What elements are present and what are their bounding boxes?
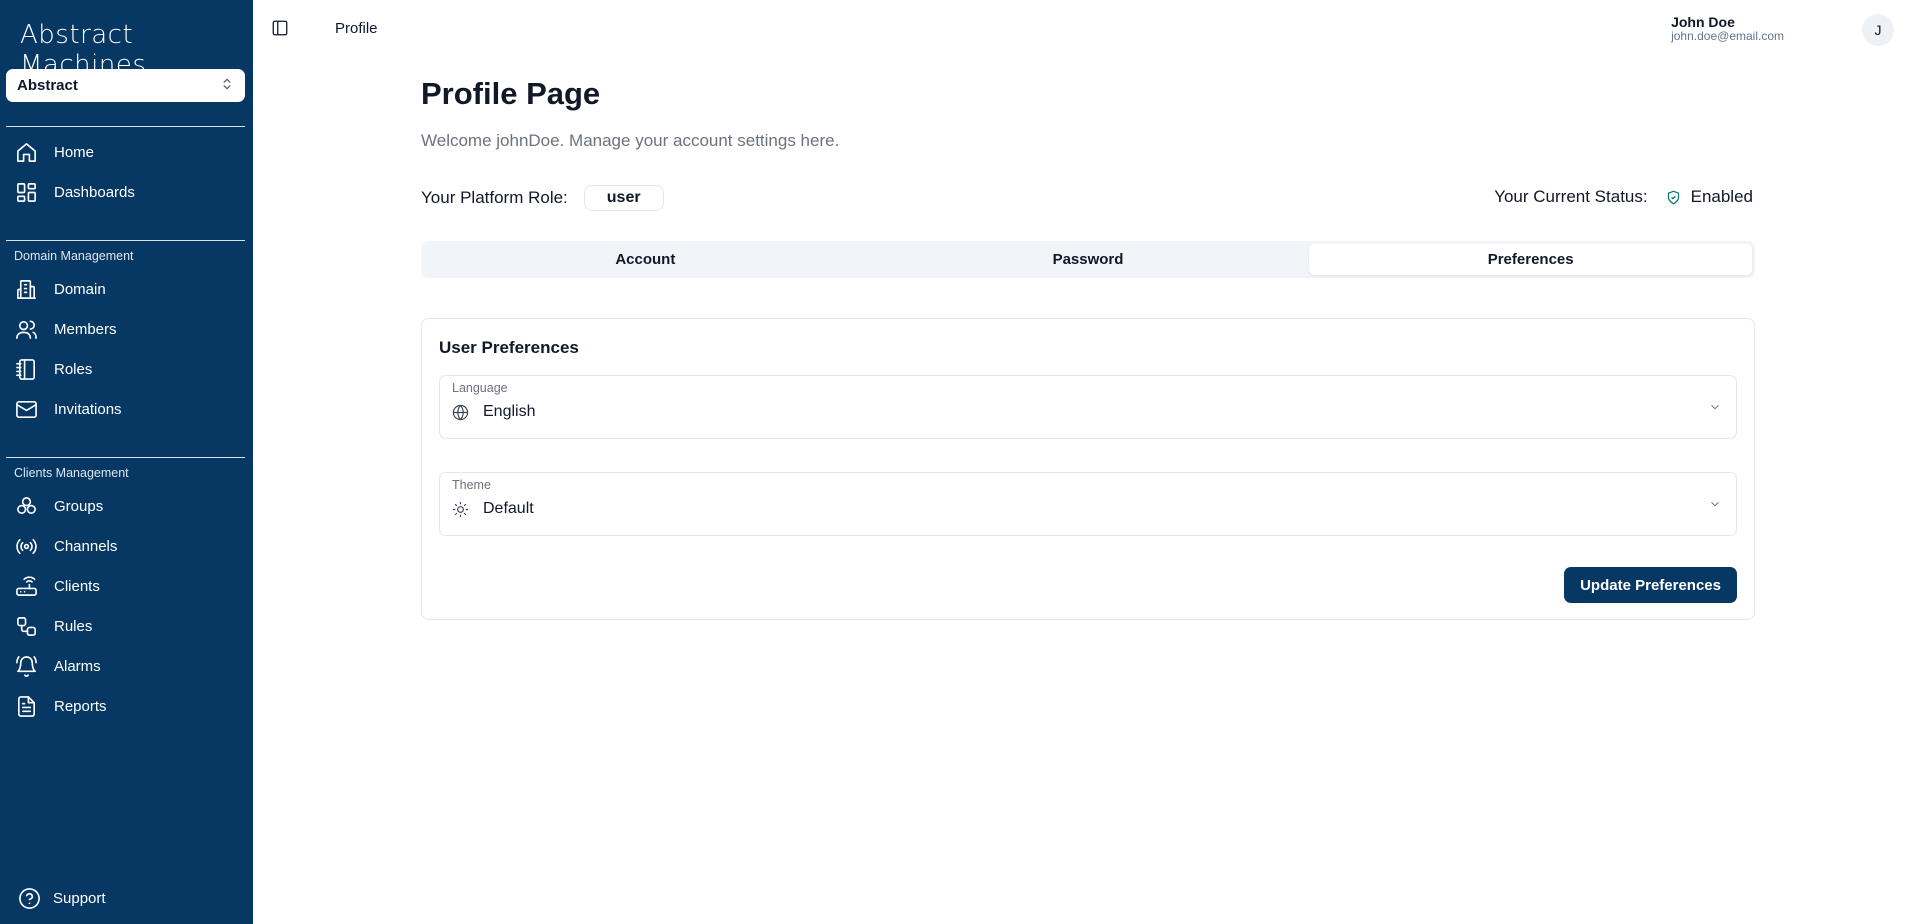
sidebar-item-domain[interactable]: Domain bbox=[14, 272, 106, 306]
sidebar-item-label: Members bbox=[54, 320, 117, 338]
avatar[interactable]: J bbox=[1862, 14, 1894, 46]
sidebar-item-label: Rules bbox=[54, 617, 93, 635]
theme-label: Theme bbox=[452, 478, 491, 492]
status-badge: Enabled bbox=[1690, 187, 1753, 206]
language-value: English bbox=[483, 403, 536, 420]
sidebar-toggle-button[interactable] bbox=[271, 19, 289, 37]
globe-icon bbox=[452, 404, 469, 420]
card-title: User Preferences bbox=[439, 338, 579, 357]
sidebar-item-roles[interactable]: Roles bbox=[14, 352, 92, 386]
notebook-icon bbox=[14, 357, 38, 381]
language-label: Language bbox=[452, 381, 508, 395]
sidebar-item-label: Home bbox=[54, 143, 95, 161]
sidebar-item-label: Domain bbox=[54, 280, 106, 298]
sidebar-item-groups[interactable]: Groups bbox=[14, 489, 103, 523]
theme-value-row: Default bbox=[452, 500, 534, 518]
sidebar-item-home[interactable]: Home bbox=[14, 135, 94, 169]
user-email: john.doe@email.com bbox=[1671, 29, 1784, 43]
sidebar-item-channels[interactable]: Channels bbox=[14, 529, 117, 563]
sidebar-divider bbox=[6, 457, 245, 458]
platform-role: Your Platform Role: user bbox=[421, 185, 664, 211]
current-status: Your Current Status: Enabled bbox=[1494, 187, 1753, 207]
sidebar-item-members[interactable]: Members bbox=[14, 312, 117, 346]
sidebar-item-label: Dashboards bbox=[54, 183, 135, 201]
help-circle-icon bbox=[17, 886, 41, 910]
workspace-select[interactable]: Abstract bbox=[6, 69, 245, 102]
page-title: Profile Page bbox=[421, 76, 601, 111]
sidebar-item-label: Alarms bbox=[54, 657, 101, 675]
file-icon bbox=[14, 694, 38, 718]
language-value-row: English bbox=[452, 403, 535, 421]
sidebar-item-rules[interactable]: Rules bbox=[14, 609, 92, 643]
sidebar-item-label: Groups bbox=[54, 497, 104, 515]
update-preferences-button[interactable]: Update Preferences bbox=[1564, 567, 1737, 603]
sidebar-divider bbox=[6, 240, 245, 241]
chevrons-up-down-icon bbox=[220, 77, 234, 95]
bell-icon bbox=[14, 654, 38, 678]
user-name: John Doe bbox=[1671, 14, 1735, 30]
panel-left-icon bbox=[272, 20, 288, 36]
sidebar-item-support[interactable]: Support bbox=[17, 881, 106, 915]
user-menu[interactable]: John Doe john.doe@email.com bbox=[1671, 14, 1784, 43]
preferences-card: User Preferences Language English Theme … bbox=[421, 318, 1755, 620]
sidebar-item-invitations[interactable]: Invitations bbox=[14, 392, 122, 426]
tab-password[interactable]: Password bbox=[867, 244, 1310, 275]
sidebar-item-label: Clients bbox=[54, 577, 100, 595]
profile-tabs: Account Password Preferences bbox=[421, 241, 1755, 278]
groups-icon bbox=[14, 494, 38, 518]
radio-icon bbox=[14, 534, 38, 558]
sidebar-item-reports[interactable]: Reports bbox=[14, 689, 107, 723]
sidebar-item-alarms[interactable]: Alarms bbox=[14, 649, 101, 683]
sidebar-item-label: Support bbox=[53, 889, 106, 907]
language-select[interactable]: Language English bbox=[439, 375, 1737, 439]
sidebar-item-label: Reports bbox=[54, 697, 107, 715]
shield-check-icon bbox=[1666, 190, 1681, 205]
sidebar: Abstract Machines Abstract Home Dashboar… bbox=[0, 0, 253, 924]
sidebar-item-dashboards[interactable]: Dashboards bbox=[14, 175, 135, 209]
breadcrumb[interactable]: Profile bbox=[335, 20, 378, 37]
dashboard-icon bbox=[14, 180, 38, 204]
role-badge: user bbox=[583, 185, 664, 211]
router-icon bbox=[14, 574, 38, 598]
theme-value: Default bbox=[483, 500, 534, 517]
tab-preferences[interactable]: Preferences bbox=[1309, 244, 1753, 275]
sidebar-item-label: Roles bbox=[54, 360, 93, 378]
status-label: Your Current Status: bbox=[1494, 187, 1648, 206]
section-label-domain: Domain Management bbox=[14, 249, 134, 263]
building-icon bbox=[14, 277, 38, 301]
tab-account[interactable]: Account bbox=[424, 244, 867, 275]
page-subtitle: Welcome johnDoe. Manage your account set… bbox=[421, 131, 840, 150]
sidebar-divider bbox=[6, 126, 245, 127]
workflow-icon bbox=[14, 614, 38, 638]
sidebar-item-label: Channels bbox=[54, 537, 118, 555]
theme-select[interactable]: Theme Default bbox=[439, 472, 1737, 536]
section-label-clients: Clients Management bbox=[14, 466, 129, 480]
role-label: Your Platform Role: bbox=[421, 188, 568, 207]
workspace-select-value: Abstract bbox=[17, 77, 78, 94]
mail-icon bbox=[14, 397, 38, 421]
home-icon bbox=[14, 140, 38, 164]
sidebar-item-label: Invitations bbox=[54, 400, 122, 418]
users-icon bbox=[14, 317, 38, 341]
sidebar-item-clients[interactable]: Clients bbox=[14, 569, 100, 603]
chevron-down-icon bbox=[1708, 400, 1722, 414]
chevron-down-icon bbox=[1708, 497, 1722, 511]
sun-icon bbox=[452, 501, 469, 517]
